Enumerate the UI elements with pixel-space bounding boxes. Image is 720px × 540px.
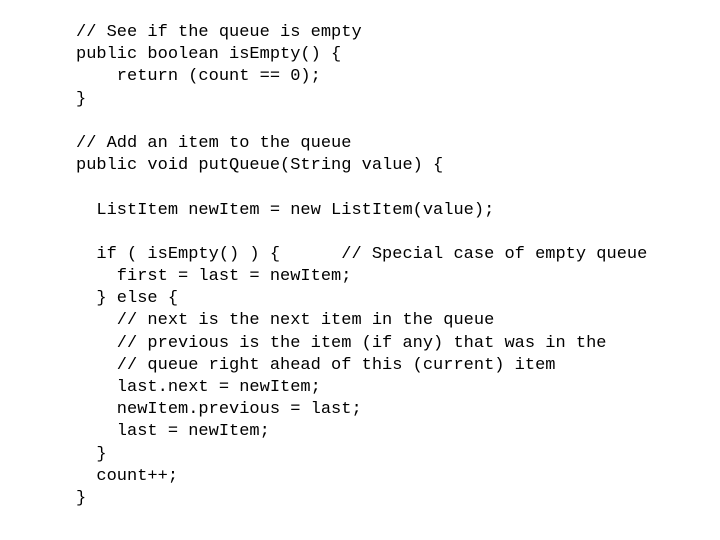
code-line: // next is the next item in the queue [76,311,495,331]
code-line: } else { [76,289,179,309]
code-line: first = last = newItem; [76,267,352,287]
code-line: // See if the queue is empty [76,23,362,42]
code-line: } [76,89,87,109]
code-line: return (count == 0); [76,67,321,87]
code-line: } [76,444,107,464]
code-line: if ( isEmpty() ) { // Special case of em… [76,244,648,264]
code-line: last.next = newItem; [76,378,321,397]
code-line: last = newItem; [76,422,270,442]
code-listing: // See if the queue is empty public boole… [76,22,716,510]
code-line: // previous is the item (if any) that wa… [76,333,607,353]
code-line: // Add an item to the queue [76,133,352,153]
code-line: } [76,488,87,508]
code-line: // queue right ahead of this (current) i… [76,355,556,375]
code-line: public boolean isEmpty() { [76,45,342,65]
code-line: count++; [76,466,179,486]
code-line: public void putQueue(String value) { [76,156,444,176]
code-line: ListItem newItem = new ListItem(value); [76,200,495,220]
code-slide: // See if the queue is empty public boole… [0,0,720,540]
code-line: newItem.previous = last; [76,400,362,420]
